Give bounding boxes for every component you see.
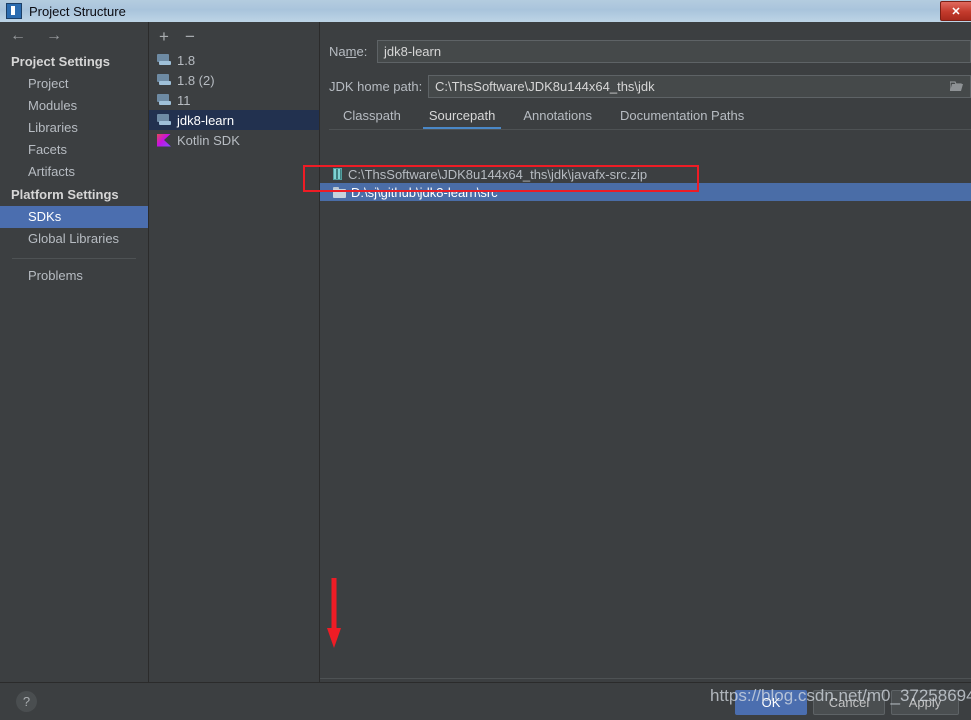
sidebar-item-problems[interactable]: Problems bbox=[0, 265, 148, 287]
list-item[interactable]: 1.8 bbox=[149, 50, 319, 70]
sdk-item-label: Kotlin SDK bbox=[177, 132, 240, 148]
dialog-footer: ? OK Cancel Apply bbox=[0, 682, 971, 720]
tab-annotations[interactable]: Annotations bbox=[509, 108, 606, 129]
tab-sourcepath[interactable]: Sourcepath bbox=[415, 108, 510, 129]
folder-icon[interactable] bbox=[950, 80, 964, 93]
sidebar-item-facets[interactable]: Facets bbox=[0, 139, 148, 161]
sourcepath-list: C:\ThsSoftware\JDK8u144x64_ths\jdk\javaf… bbox=[320, 165, 971, 677]
back-icon[interactable]: ← bbox=[10, 28, 26, 44]
ok-button[interactable]: OK bbox=[735, 690, 807, 715]
sdk-item-label: 1.8 bbox=[177, 52, 196, 68]
nav-arrows: ← → bbox=[0, 22, 148, 50]
sidebar-divider bbox=[12, 258, 136, 259]
jdk-home-path-row: JDK home path: C:\ThsSoftware\JDK8u144x6… bbox=[320, 71, 971, 101]
details-tabs: Classpath Sourcepath Annotations Documen… bbox=[320, 101, 971, 129]
kotlin-icon bbox=[157, 133, 171, 147]
sidebar-item-artifacts[interactable]: Artifacts bbox=[0, 161, 148, 183]
tabs-divider bbox=[329, 129, 971, 130]
name-field-row: Name: jdk8-learn bbox=[320, 36, 971, 66]
sidebar-group-platform-settings: Platform Settings bbox=[11, 187, 119, 202]
name-label: Name: bbox=[329, 43, 368, 59]
window-titlebar: Project Structure bbox=[0, 0, 971, 22]
close-icon[interactable]: ✕ bbox=[940, 1, 971, 21]
app-icon bbox=[6, 3, 22, 19]
sidebar-item-libraries[interactable]: Libraries bbox=[0, 117, 148, 139]
jdk-home-path-input[interactable]: C:\ThsSoftware\JDK8u144x64_ths\jdk bbox=[428, 74, 971, 98]
jdk-icon bbox=[157, 74, 171, 86]
annotation-arrow bbox=[327, 578, 341, 648]
list-item[interactable]: 11 bbox=[149, 90, 319, 110]
sdk-item-label: 11 bbox=[177, 92, 191, 108]
sdk-item-label: 1.8 (2) bbox=[177, 72, 215, 88]
jdk-home-path-label: JDK home path: bbox=[329, 78, 423, 94]
tab-documentation-paths[interactable]: Documentation Paths bbox=[606, 108, 758, 129]
jdk-home-path-value: C:\ThsSoftware\JDK8u144x64_ths\jdk bbox=[435, 78, 655, 94]
sidebar-group-project-settings: Project Settings bbox=[11, 54, 110, 69]
settings-sidebar: ← → Project Settings Project Modules Lib… bbox=[0, 22, 149, 682]
add-sdk-button[interactable]: + bbox=[159, 28, 169, 45]
forward-icon[interactable]: → bbox=[46, 28, 62, 44]
list-item-selected[interactable]: jdk8-learn bbox=[149, 110, 319, 130]
help-icon[interactable]: ? bbox=[16, 691, 37, 712]
jdk-icon bbox=[157, 94, 171, 106]
sdk-list-panel: + − 1.8 1.8 (2) 11 jdk8-learn Kotlin SDK bbox=[149, 22, 320, 682]
list-item[interactable]: 1.8 (2) bbox=[149, 70, 319, 90]
tab-classpath[interactable]: Classpath bbox=[329, 108, 415, 129]
sdk-details-panel: Name: jdk8-learn JDK home path: C:\ThsSo… bbox=[320, 22, 971, 701]
sdk-item-label: jdk8-learn bbox=[177, 112, 235, 128]
jdk-icon bbox=[157, 54, 171, 66]
sidebar-item-sdks[interactable]: SDKs bbox=[0, 206, 148, 228]
name-input[interactable]: jdk8-learn bbox=[377, 39, 971, 63]
window-title: Project Structure bbox=[29, 3, 126, 19]
cancel-button[interactable]: Cancel bbox=[813, 690, 885, 715]
sidebar-item-project[interactable]: Project bbox=[0, 73, 148, 95]
sdk-list-toolbar: + − bbox=[149, 22, 319, 50]
annotation-rectangle bbox=[303, 165, 699, 192]
list-item[interactable]: Kotlin SDK bbox=[149, 130, 319, 150]
sidebar-item-global-libraries[interactable]: Global Libraries bbox=[0, 228, 148, 250]
sidebar-item-modules[interactable]: Modules bbox=[0, 95, 148, 117]
jdk-icon bbox=[157, 114, 171, 126]
apply-button[interactable]: Apply bbox=[891, 690, 959, 715]
remove-sdk-button[interactable]: − bbox=[185, 28, 195, 45]
